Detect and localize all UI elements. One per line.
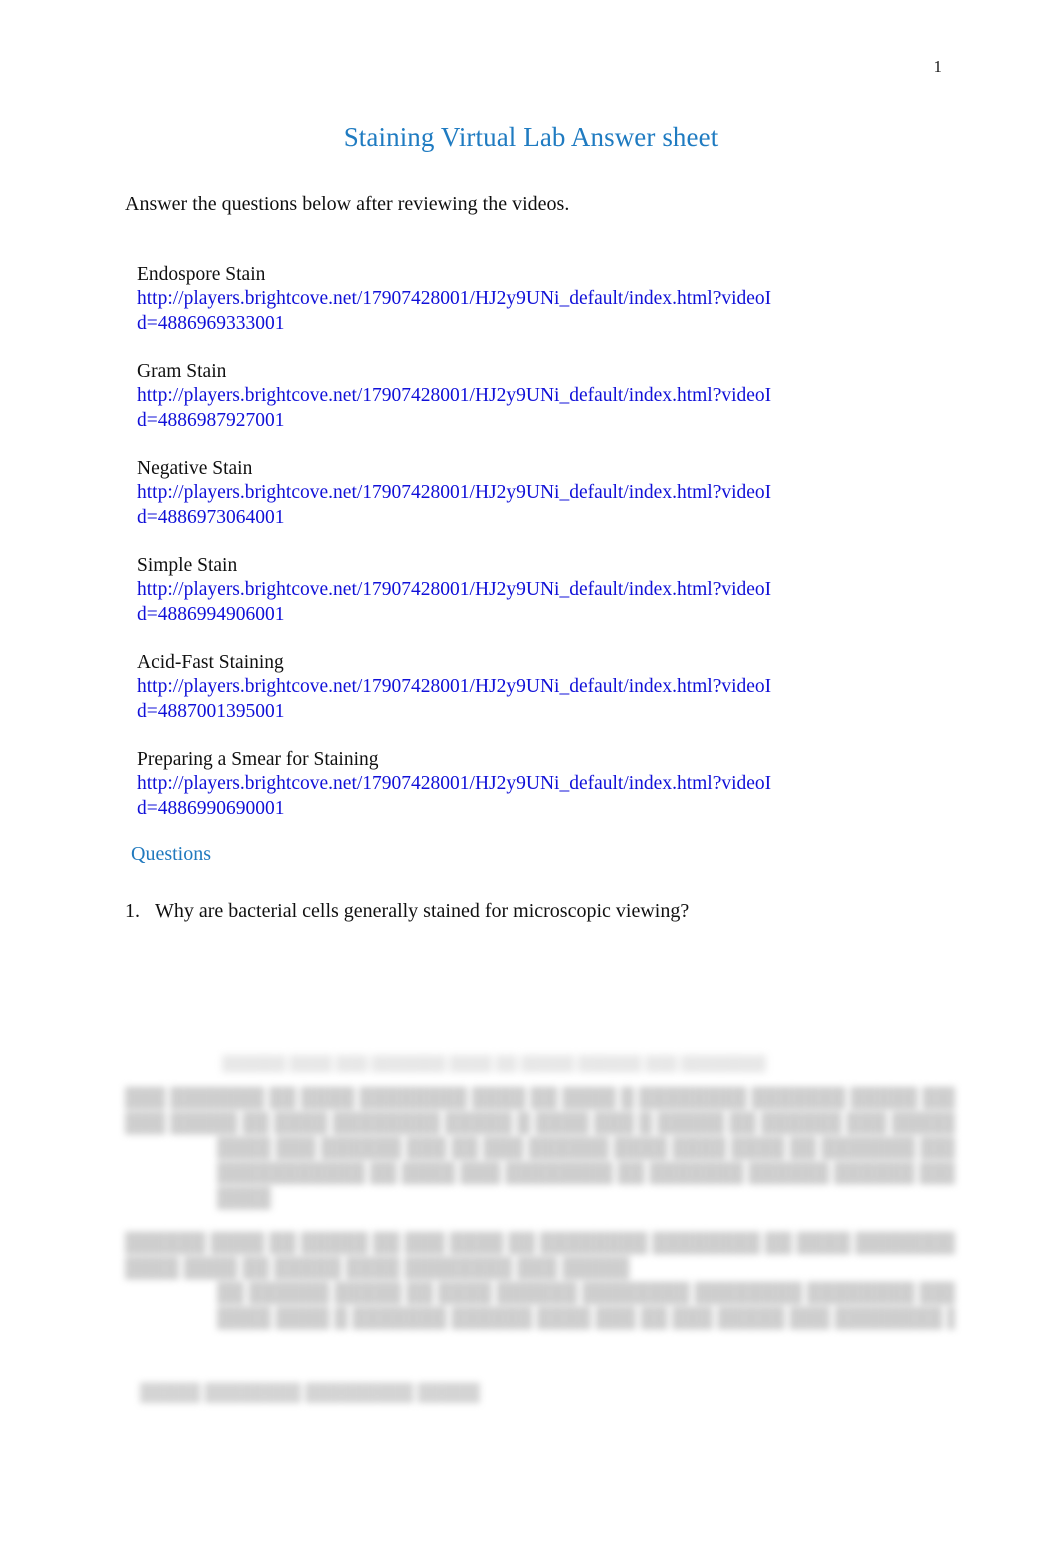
page-number: 1 [933,57,943,76]
obscured-answer-line: ████ ████ █ ███████ ██████ ████ ███ ██ █… [217,1308,955,1329]
obscured-text-line: ███ ███████ ██ ████ ████████ ████ ██ ███… [125,1088,955,1109]
page-title: Staining Virtual Lab Answer sheet [343,122,719,152]
video-label: Acid-Fast Staining [137,652,284,673]
video-url-link[interactable]: http://players.brightcove.net/1790742800… [137,384,772,433]
question-number: 1. [125,900,140,922]
video-label: Gram Stain [137,361,227,382]
video-label: Preparing a Smear for Staining [137,749,379,770]
video-url-link[interactable]: http://players.brightcove.net/1790742800… [137,287,772,336]
obscured-top-line: ██████ ████ ███ ███████ ████ ██ █████ ██… [222,1056,766,1072]
intro-paragraph: Answer the questions below after reviewi… [125,193,570,215]
obscured-text-line: ███ █████ ██ ████ ████████ █████ █ ████ … [125,1113,955,1134]
list-item: Simple Stain http://players.brightcove.n… [137,553,837,627]
obscured-answer-line: ███████████ ██ ████ ███ ████████ ██ ████… [217,1163,955,1184]
video-link-list: Endospore Stain http://players.brightcov… [137,262,837,821]
obscured-text-line: ██████ ████ ██ █████ ██ ███ ████ ██ ████… [125,1233,955,1254]
obscured-question-3: ██████ ████ ██ █████ ██ ███ ████ ██ ████… [125,1231,955,1331]
document-page: 1 Staining Virtual Lab Answer sheet Answ… [0,0,1062,1561]
obscured-footer-line: █████ ████████ █████████ ███████ ███████ [140,1383,480,1402]
obscured-answer-line: ████ ███ ██████ ███ ██ ███ ██████ ████ █… [217,1138,955,1159]
list-item: Acid-Fast Staining http://players.bright… [137,650,837,724]
obscured-answer-line: ██ ██████ █████ ██ ████ ██████ ████████ … [217,1283,955,1304]
list-item: Preparing a Smear for Staining http://pl… [137,747,837,821]
questions-heading: Questions [131,843,211,865]
obscured-answer-line: ████ [217,1188,271,1209]
list-item: Endospore Stain http://players.brightcov… [137,262,837,336]
video-label: Simple Stain [137,555,238,576]
obscured-text-line: ████ ████ ██ █████ ████ ████████ ███ ███… [125,1258,630,1279]
video-label: Negative Stain [137,458,253,479]
video-url-link[interactable]: http://players.brightcove.net/1790742800… [137,772,772,821]
question-text: Why are bacterial cells generally staine… [155,900,690,922]
question-item-1: 1. Why are bacterial cells generally stai… [125,898,925,924]
video-url-link[interactable]: http://players.brightcove.net/1790742800… [137,675,772,724]
list-item: Gram Stain http://players.brightcove.net… [137,359,837,433]
obscured-question-2: ███ ███████ ██ ████ ████████ ████ ██ ███… [125,1086,955,1211]
video-url-link[interactable]: http://players.brightcove.net/1790742800… [137,481,772,530]
video-url-link[interactable]: http://players.brightcove.net/1790742800… [137,578,772,627]
list-item: Negative Stain http://players.brightcove… [137,456,837,530]
video-label: Endospore Stain [137,264,266,285]
